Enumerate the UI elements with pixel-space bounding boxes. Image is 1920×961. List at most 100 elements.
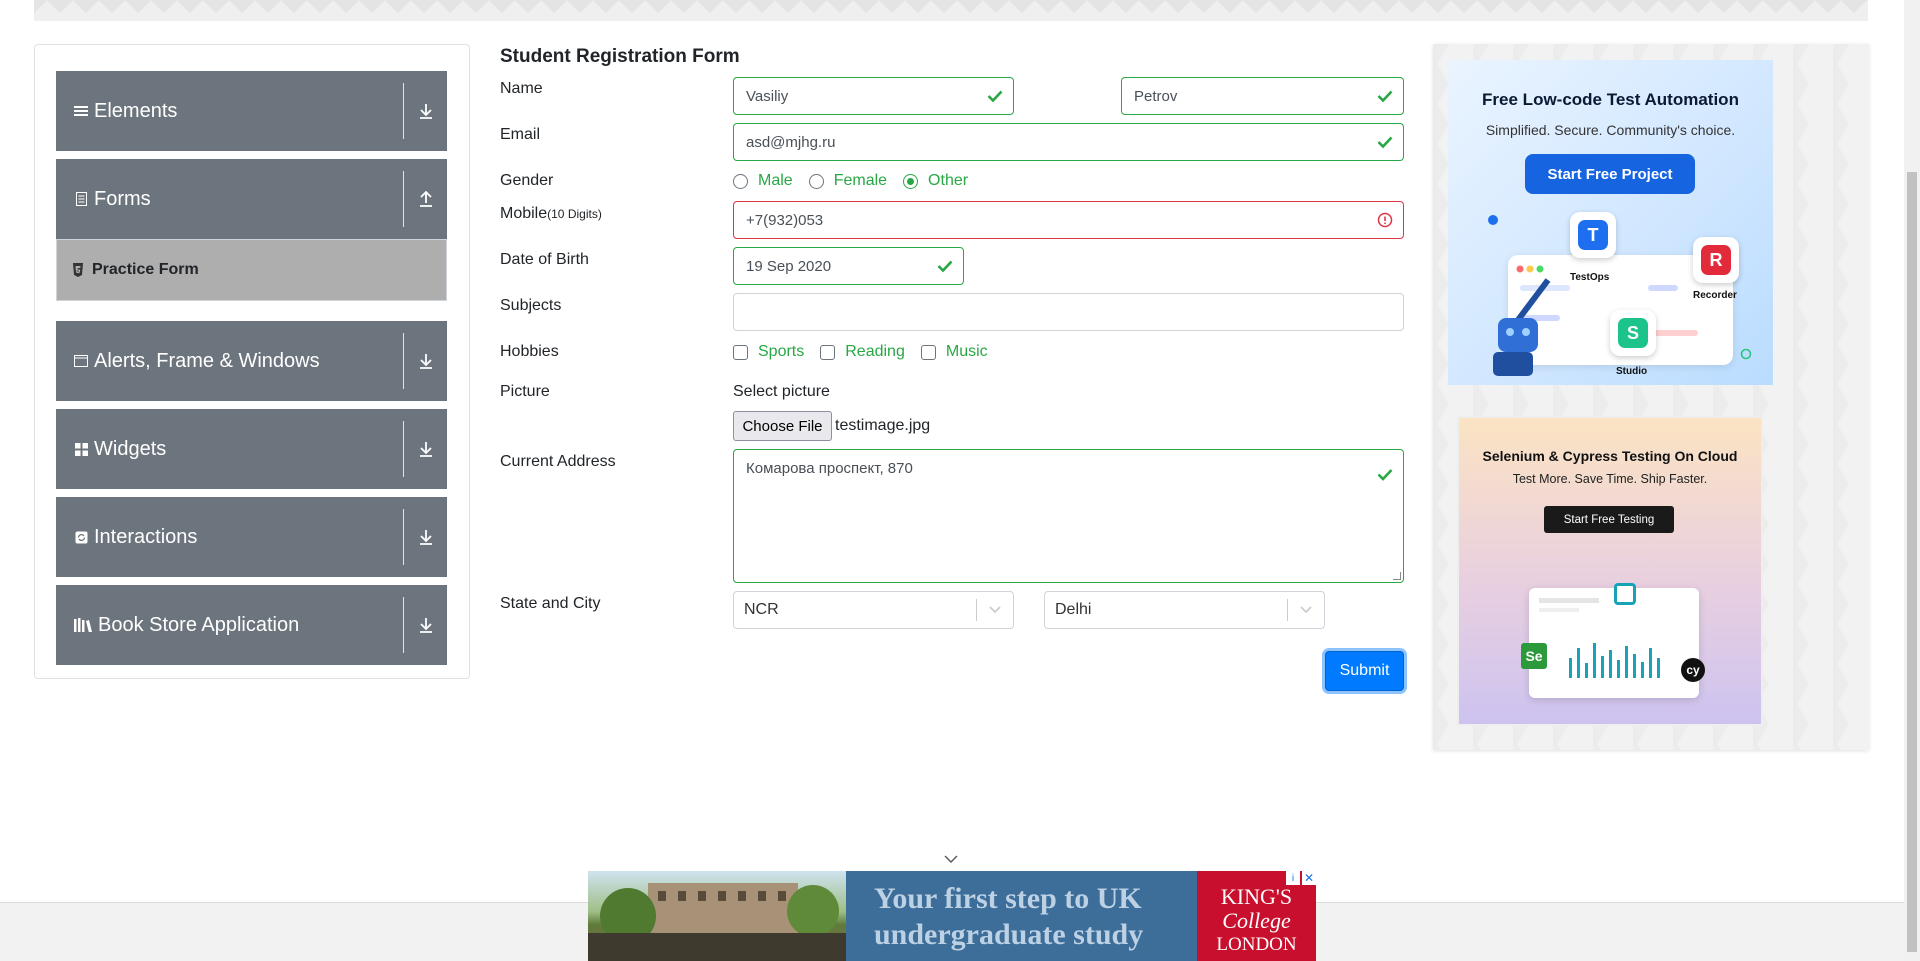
- error-icon: [1377, 212, 1393, 228]
- name-label: Name: [500, 80, 543, 97]
- gender-radio-group: Male Female Other: [733, 172, 984, 190]
- chevron-down-icon: [977, 606, 1013, 614]
- select-picture-label: Select picture: [733, 383, 830, 400]
- hobby-checkbox-sports[interactable]: Sports: [733, 343, 804, 361]
- ad-close-icon[interactable]: ✕: [1302, 871, 1316, 885]
- check-icon: [1377, 136, 1393, 149]
- gender-label: Gender: [500, 172, 554, 189]
- sidebar-group-label: Book Store Application: [98, 613, 300, 636]
- logo-line3: LONDON: [1216, 934, 1297, 955]
- email-value: asd@mjhg.ru: [746, 133, 836, 151]
- window-icon: [74, 354, 88, 368]
- gender-radio-male[interactable]: Male: [733, 172, 793, 190]
- document-icon: [74, 192, 88, 206]
- logo-line1: KING'S: [1220, 884, 1293, 909]
- check-icon: [1377, 469, 1393, 481]
- ad-subtitle: Test More. Save Time. Ship Faster.: [1512, 472, 1708, 486]
- radio-circle: [733, 173, 748, 189]
- sidebar-group-forms[interactable]: Forms: [56, 159, 447, 239]
- ad-selenium-cypress[interactable]: Selenium & Cypress Testing On Cloud Test…: [1457, 416, 1763, 726]
- checkbox-label: Music: [945, 343, 988, 360]
- sidebar-group-label: Alerts, Frame & Windows: [94, 349, 320, 372]
- logo-line2: College: [1222, 908, 1291, 933]
- form-title: Student Registration Form: [500, 46, 740, 67]
- gender-radio-other[interactable]: Other: [903, 172, 968, 190]
- sidebar-group-elements[interactable]: Elements: [56, 71, 447, 151]
- subjects-input[interactable]: [733, 293, 1404, 331]
- city-select[interactable]: Delhi: [1044, 591, 1325, 629]
- file-name: testimage.jpg: [835, 417, 931, 434]
- hamburger-icon: [74, 104, 88, 118]
- start-free-testing-button[interactable]: Start Free Testing: [1544, 506, 1674, 533]
- first-name-input[interactable]: Vasiliy: [733, 77, 1014, 115]
- state-select[interactable]: NCR: [733, 591, 1014, 629]
- download-arrow-icon[interactable]: [404, 353, 447, 369]
- radio-circle: [808, 173, 824, 189]
- hobby-checkbox-music[interactable]: Music: [920, 343, 988, 361]
- check-icon: [1377, 90, 1393, 103]
- studio-tile-icon: S: [1610, 310, 1656, 356]
- ad-subtitle: Simplified. Secure. Community's choice.: [1485, 122, 1736, 138]
- email-input[interactable]: asd@mjhg.ru: [733, 123, 1404, 161]
- refresh-icon: [74, 530, 88, 544]
- robot-arm-icon: [1493, 278, 1551, 376]
- hobby-checkbox-reading[interactable]: Reading: [820, 343, 905, 361]
- mobile-label: Mobile(10 Digits): [500, 205, 602, 223]
- checkbox-label: Reading: [845, 343, 905, 360]
- download-arrow-icon[interactable]: [404, 441, 447, 457]
- chevron-down-icon: [1288, 606, 1324, 614]
- testops-label: TestOps: [1570, 272, 1610, 283]
- dob-label: Date of Birth: [500, 251, 589, 268]
- picture-label: Picture: [500, 383, 550, 400]
- download-arrow-icon[interactable]: [404, 617, 447, 633]
- last-name-input[interactable]: Petrov: [1121, 77, 1404, 115]
- html5-icon: [73, 263, 83, 277]
- scrollbar-thumb[interactable]: [1907, 172, 1917, 952]
- sidebar-group-label: Forms: [94, 187, 151, 210]
- state-city-label: State and City: [500, 595, 601, 612]
- dashboard-illustration: [1529, 588, 1699, 698]
- choose-file-button[interactable]: Choose File: [733, 411, 832, 441]
- email-label: Email: [500, 126, 541, 143]
- sidebar-group-interactions[interactable]: Interactions: [56, 497, 447, 577]
- ad-info-icon[interactable]: i: [1286, 871, 1300, 885]
- ad-title: Free Low-code Test Automation: [1482, 90, 1739, 109]
- submit-button[interactable]: Submit: [1325, 651, 1404, 691]
- radio-circle-selected: [903, 173, 919, 189]
- ad-title: Selenium & Cypress Testing On Cloud: [1482, 448, 1738, 464]
- hobbies-checkbox-group: Sports Reading Music: [733, 343, 1004, 361]
- gender-radio-female[interactable]: Female: [808, 172, 888, 190]
- sidebar-group-label: Interactions: [94, 525, 198, 548]
- state-value: NCR: [744, 601, 779, 618]
- date-of-birth-input[interactable]: 19 Sep 2020: [733, 247, 964, 285]
- current-address-textarea[interactable]: Комарова проспект, 870: [733, 449, 1404, 583]
- checkbox-label: Sports: [758, 343, 805, 360]
- check-icon: [987, 90, 1003, 103]
- sidebar-group-book-store[interactable]: Book Store Application: [56, 585, 447, 665]
- ad-low-code-automation[interactable]: Free Low-code Test Automation Simplified…: [1448, 60, 1773, 385]
- chevron-down-icon[interactable]: [944, 855, 958, 864]
- sidebar-group-widgets[interactable]: Widgets: [56, 409, 447, 489]
- testops-tile-icon: T: [1570, 212, 1616, 258]
- mobile-label-text: Mobile: [500, 205, 548, 222]
- sidebar-item-label: Practice Form: [92, 261, 199, 278]
- checkbox-box: [733, 344, 748, 360]
- sidebar-group-alerts[interactable]: Alerts, Frame & Windows: [56, 321, 447, 401]
- city-value: Delhi: [1055, 601, 1092, 618]
- selenium-logo-icon: Se: [1521, 643, 1547, 669]
- hobbies-label: Hobbies: [500, 343, 559, 360]
- dob-value: 19 Sep 2020: [746, 257, 832, 275]
- bottom-banner-ad[interactable]: Your first step to UK undergraduate stud…: [588, 871, 1316, 961]
- last-name-value: Petrov: [1134, 87, 1178, 105]
- download-arrow-icon[interactable]: [404, 103, 447, 119]
- download-arrow-icon[interactable]: [404, 529, 447, 545]
- radio-label: Female: [833, 172, 888, 189]
- top-banner-strip: [34, 0, 1868, 21]
- upload-arrow-icon[interactable]: [404, 191, 447, 207]
- resize-handle[interactable]: [1393, 572, 1401, 580]
- radio-label: Other: [928, 172, 969, 189]
- sidebar-item-practice-form[interactable]: Practice Form: [56, 239, 447, 301]
- mobile-input[interactable]: +7(932)053: [733, 201, 1404, 239]
- sidebar-group-label: Elements: [94, 99, 178, 122]
- start-free-project-button[interactable]: Start Free Project: [1525, 154, 1695, 194]
